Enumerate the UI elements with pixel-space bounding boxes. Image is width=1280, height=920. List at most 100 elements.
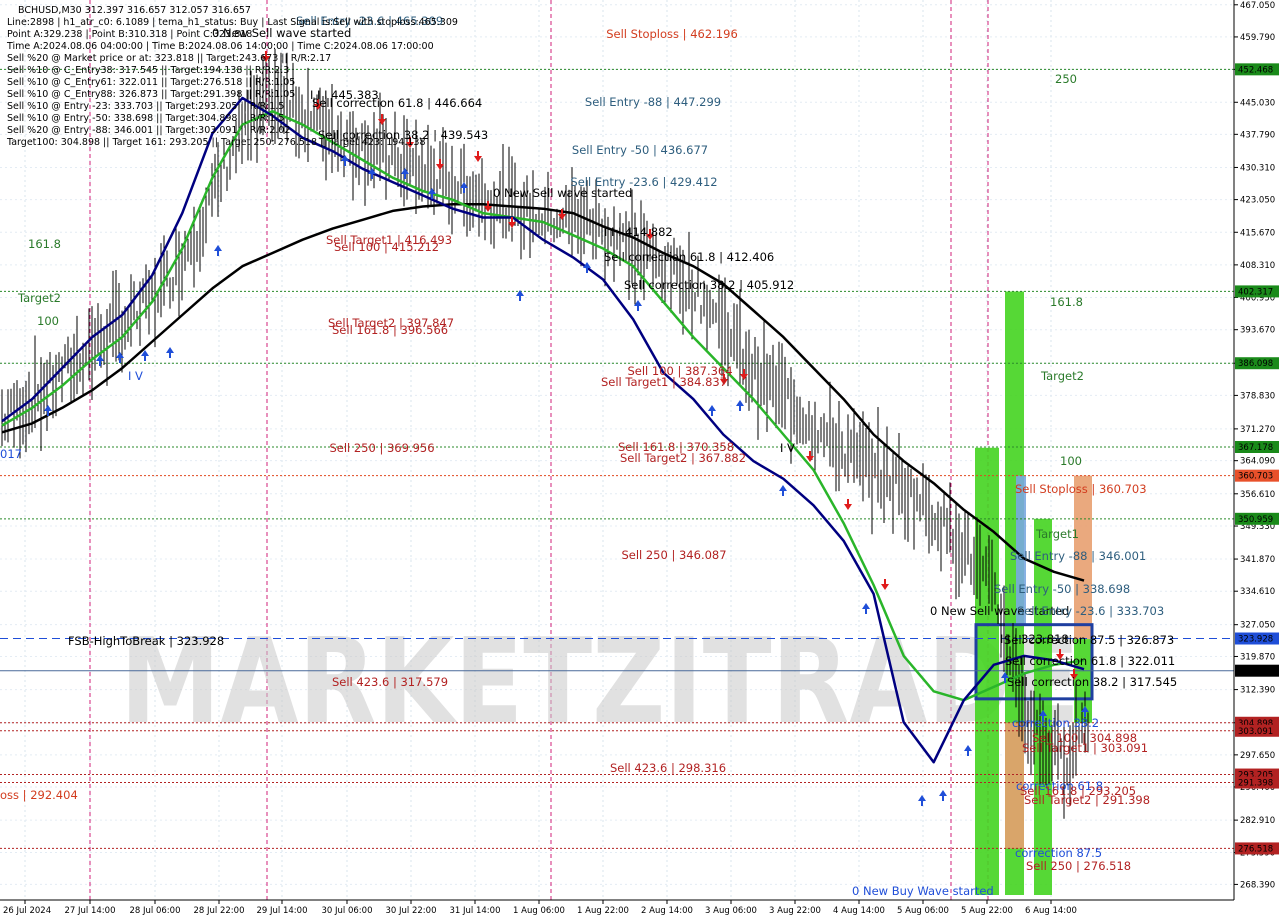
x-tick-label: 4 Aug 14:00 xyxy=(833,906,885,916)
annotation-label: Target1 xyxy=(1035,527,1079,541)
x-tick-label: 5 Aug 06:00 xyxy=(897,906,949,916)
y-tick-label: 327.050 xyxy=(1240,621,1275,631)
info-line: Sell %10 @ Entry -23: 333.703 || Target:… xyxy=(7,101,284,112)
price-tag-label: 402.317 xyxy=(1238,287,1273,297)
y-tick-label: 408.310 xyxy=(1240,261,1275,271)
price-tag-label: 303.091 xyxy=(1238,727,1273,737)
annotation-label: Sell Stoploss | 360.703 xyxy=(1015,482,1147,496)
x-tick-label: 5 Aug 22:00 xyxy=(961,906,1013,916)
x-tick-label: 28 Jul 06:00 xyxy=(130,906,181,916)
annotation-label: I I I 414.882 xyxy=(604,225,673,239)
x-tick-label: 3 Aug 22:00 xyxy=(769,906,821,916)
annotation-label: 161.8 xyxy=(28,237,61,251)
y-tick-label: 423.050 xyxy=(1240,196,1275,206)
price-chart: MARKETZITRADE Sell Entry -23.6 | 465.309… xyxy=(0,0,1280,920)
y-tick-label: 312.390 xyxy=(1240,686,1275,696)
annotation-label: Sell 423.6 | 317.579 xyxy=(332,675,448,689)
y-tick-label: 319.870 xyxy=(1240,652,1275,662)
annotation-label: Target2 xyxy=(1040,369,1084,383)
y-tick-label: 356.610 xyxy=(1240,490,1275,500)
annotation-label: Sell correction 61.8 | 322.011 xyxy=(1005,654,1175,668)
annotation-label: I V xyxy=(128,369,143,383)
x-tick-label: 3 Aug 06:00 xyxy=(705,906,757,916)
annotation-label: Sell 250 | 346.087 xyxy=(621,548,726,562)
price-tag-label: 350.959 xyxy=(1238,515,1273,525)
y-tick-label: 459.790 xyxy=(1240,33,1275,43)
price-tag-label: 386.098 xyxy=(1238,359,1273,369)
info-line: Target100: 304.898 || Target 161: 293.20… xyxy=(6,137,426,148)
x-tick-label: 30 Jul 22:00 xyxy=(386,906,437,916)
annotation-label: Sell correction 61.8 | 446.664 xyxy=(312,96,482,110)
watermark: MARKETZITRADE xyxy=(120,612,1080,750)
annotation-label: Sell 423.6 | 298.316 xyxy=(610,761,726,775)
annotation-label: 161.8 xyxy=(1050,295,1083,309)
x-tick-label: 1 Aug 22:00 xyxy=(577,906,629,916)
annotation-label: Sell correction 61.8 | 412.406 xyxy=(604,250,774,264)
y-tick-label: 445.030 xyxy=(1240,98,1275,108)
info-line: Sell %20 @ Market price or at: 323.818 |… xyxy=(7,53,331,64)
info-line: Time A:2024.08.06 04:00:00 | Time B:2024… xyxy=(6,41,434,52)
y-tick-label: 467.050 xyxy=(1240,1,1275,11)
y-tick-label: 341.870 xyxy=(1240,555,1275,565)
x-tick-label: 31 Jul 14:00 xyxy=(450,906,501,916)
x-tick-label: 30 Jul 06:00 xyxy=(322,906,373,916)
annotation-label: correction 38.2 xyxy=(1012,716,1099,730)
y-tick-label: 282.910 xyxy=(1240,816,1275,826)
info-line: Line:2898 | h1_atr_c0: 6.1089 | tema_h1_… xyxy=(7,17,458,28)
annotation-label: Sell Entry -88 | 346.001 xyxy=(1010,549,1146,563)
x-tick-label: 27 Jul 14:00 xyxy=(65,906,116,916)
x-tick-label: 28 Jul 22:00 xyxy=(194,906,245,916)
price-tag-label: 367.178 xyxy=(1238,443,1273,453)
annotation-label: Sell Entry -50 | 436.677 xyxy=(572,143,708,157)
annotation-label: Target2 xyxy=(17,291,61,305)
annotation-label: Sell 250 | 369.956 xyxy=(329,441,434,455)
annotation-label: Sell 100 | 415.212 xyxy=(334,240,439,254)
price-tag-label: 323.928 xyxy=(1238,635,1273,645)
price-tag-label: 360.703 xyxy=(1238,472,1273,482)
annotation-label: 0 New Buy Wave started xyxy=(852,884,994,898)
annotation-label: Sell correction 87.5 | 326.873 xyxy=(1004,633,1174,647)
annotation-label: I V xyxy=(780,441,795,455)
symbol-header: BCHUSD,M30 312.397 316.657 312.057 316.6… xyxy=(18,5,251,16)
info-line: Point A:329.238 | Point B:310.318 | Poin… xyxy=(7,29,252,40)
annotation-label: 0 New Sell wave started xyxy=(493,186,632,200)
watermark-text: MARKETZITRADE xyxy=(120,612,1080,750)
info-line: Sell %10 @ C_Entry38: 317.545 || Target:… xyxy=(7,65,289,76)
annotation-label: Sell Target2 | 291.398 xyxy=(1024,793,1150,807)
info-line: Sell %20 @ Entry -88: 346.001 || Target:… xyxy=(7,125,290,136)
x-tick-label: 26 Jul 2024 xyxy=(3,906,51,916)
annotation-label: Sell correction 38.2 | 405.912 xyxy=(624,278,794,292)
x-tick-label: 29 Jul 14:00 xyxy=(257,906,308,916)
y-tick-label: 378.830 xyxy=(1240,391,1275,401)
annotation-label: 017 xyxy=(0,447,22,461)
annotation-label: Sell Entry -23.6 | 333.703 xyxy=(1017,604,1164,618)
x-tick-label: 1 Aug 06:00 xyxy=(513,906,565,916)
annotation-label: oss | 292.404 xyxy=(0,788,78,802)
y-tick-label: 268.390 xyxy=(1240,880,1275,890)
price-tag-label: 316.657 xyxy=(1238,667,1273,677)
annotation-label: Sell Entry -88 | 447.299 xyxy=(585,95,721,109)
annotation-label: Sell Stoploss | 462.196 xyxy=(606,27,738,41)
annotation-label: Sell correction 38.2 | 317.545 xyxy=(1007,675,1177,689)
annotation-label: Sell Target2 | 367.882 xyxy=(620,451,746,465)
annotation-label: 100 xyxy=(37,314,59,328)
y-tick-label: 393.670 xyxy=(1240,326,1275,336)
x-tick-label: 6 Aug 14:00 xyxy=(1025,906,1077,916)
price-tag-label: 276.518 xyxy=(1238,844,1273,854)
y-tick-label: 364.090 xyxy=(1240,457,1275,467)
y-tick-label: 437.790 xyxy=(1240,130,1275,140)
price-tag-label: 291.398 xyxy=(1238,779,1273,789)
y-tick-label: 334.610 xyxy=(1240,587,1275,597)
y-tick-label: 430.310 xyxy=(1240,163,1275,173)
annotation-label: Sell 161.8 | 396.566 xyxy=(332,323,448,337)
y-tick-label: 297.650 xyxy=(1240,751,1275,761)
annotation-label: FSB-HighToBreak | 323.928 xyxy=(68,634,224,648)
annotation-label: correction 87.5 xyxy=(1015,846,1102,860)
x-tick-label: 2 Aug 14:00 xyxy=(641,906,693,916)
y-tick-label: 415.670 xyxy=(1240,228,1275,238)
y-tick-label: 371.270 xyxy=(1240,425,1275,435)
info-line: Sell %10 @ Entry -50: 338.698 || Target:… xyxy=(7,113,284,124)
annotation-label: Sell Target1 | 384.837 xyxy=(601,375,727,389)
price-tag-label: 452.468 xyxy=(1238,65,1273,75)
annotation-label: 100 xyxy=(1060,454,1082,468)
